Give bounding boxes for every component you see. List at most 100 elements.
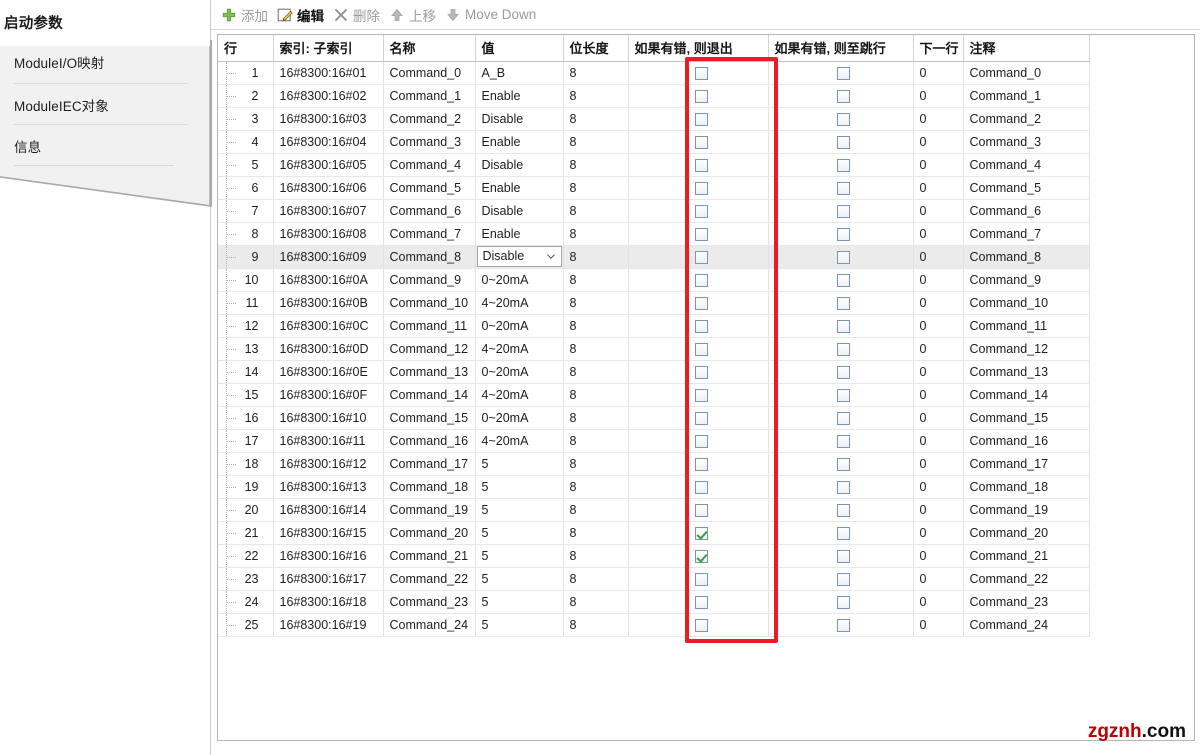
checkbox-unchecked-icon[interactable] [837, 343, 850, 356]
cell-index[interactable]: 16#8300:16#10 [273, 406, 383, 429]
checkbox-unchecked-icon[interactable] [837, 550, 850, 563]
cell-value[interactable]: 4~20mA [475, 291, 563, 314]
checkbox-unchecked-icon[interactable] [837, 573, 850, 586]
cell-comment[interactable]: Command_5 [963, 176, 1089, 199]
cell-index[interactable]: 16#8300:16#0B [273, 291, 383, 314]
checkbox-unchecked-icon[interactable] [837, 113, 850, 126]
cell-abort-on-error-checkbox[interactable] [628, 452, 768, 475]
cell-row-number[interactable]: 5 [218, 153, 273, 176]
cell-index[interactable]: 16#8300:16#0C [273, 314, 383, 337]
cell-comment[interactable]: Command_23 [963, 590, 1089, 613]
checkbox-unchecked-icon[interactable] [695, 297, 708, 310]
column-header-abort_on_error[interactable]: 如果有错, 则退出 [628, 35, 768, 61]
cell-index[interactable]: 16#8300:16#15 [273, 521, 383, 544]
move-up-button[interactable]: 上移 [387, 3, 443, 27]
cell-name[interactable]: Command_24 [383, 613, 475, 636]
cell-jump-on-error-checkbox[interactable] [768, 107, 913, 130]
cell-row-number[interactable]: 11 [218, 291, 273, 314]
checkbox-unchecked-icon[interactable] [695, 113, 708, 126]
cell-value[interactable]: Enable [475, 176, 563, 199]
checkbox-unchecked-icon[interactable] [837, 182, 850, 195]
cell-comment[interactable]: Command_4 [963, 153, 1089, 176]
column-header-bitlength[interactable]: 位长度 [563, 35, 628, 61]
cell-abort-on-error-checkbox[interactable] [628, 544, 768, 567]
cell-name[interactable]: Command_7 [383, 222, 475, 245]
cell-next-line[interactable]: 0 [913, 84, 963, 107]
cell-abort-on-error-checkbox[interactable] [628, 153, 768, 176]
cell-value[interactable]: A_B [475, 61, 563, 84]
table-row[interactable]: 416#8300:16#04Command_3Enable80Command_3 [218, 130, 1089, 153]
cell-comment[interactable]: Command_15 [963, 406, 1089, 429]
cell-abort-on-error-checkbox[interactable] [628, 475, 768, 498]
cell-row-number[interactable]: 20 [218, 498, 273, 521]
cell-next-line[interactable]: 0 [913, 613, 963, 636]
cell-jump-on-error-checkbox[interactable] [768, 475, 913, 498]
cell-value[interactable]: 0~20mA [475, 314, 563, 337]
cell-row-number[interactable]: 16 [218, 406, 273, 429]
cell-name[interactable]: Command_2 [383, 107, 475, 130]
checkbox-unchecked-icon[interactable] [695, 136, 708, 149]
cell-comment[interactable]: Command_13 [963, 360, 1089, 383]
cell-row-number[interactable]: 22 [218, 544, 273, 567]
cell-comment[interactable]: Command_19 [963, 498, 1089, 521]
cell-name[interactable]: Command_8 [383, 245, 475, 268]
table-row[interactable]: 516#8300:16#05Command_4Disable80Command_… [218, 153, 1089, 176]
cell-row-number[interactable]: 3 [218, 107, 273, 130]
sidebar-tab-information[interactable]: 信息 [7, 125, 205, 166]
cell-bitlength[interactable]: 8 [563, 107, 628, 130]
cell-bitlength[interactable]: 8 [563, 61, 628, 84]
cell-comment[interactable]: Command_0 [963, 61, 1089, 84]
cell-value[interactable]: 5 [475, 452, 563, 475]
table-row[interactable]: 116#8300:16#01Command_0A_B80Command_0 [218, 61, 1089, 84]
cell-jump-on-error-checkbox[interactable] [768, 521, 913, 544]
cell-value[interactable]: 4~20mA [475, 383, 563, 406]
cell-jump-on-error-checkbox[interactable] [768, 222, 913, 245]
cell-comment[interactable]: Command_18 [963, 475, 1089, 498]
checkbox-unchecked-icon[interactable] [695, 228, 708, 241]
cell-name[interactable]: Command_19 [383, 498, 475, 521]
cell-value-dropdown[interactable]: Disable [475, 245, 563, 268]
checkbox-unchecked-icon[interactable] [695, 481, 708, 494]
cell-next-line[interactable]: 0 [913, 314, 963, 337]
cell-comment[interactable]: Command_22 [963, 567, 1089, 590]
cell-abort-on-error-checkbox[interactable] [628, 314, 768, 337]
cell-bitlength[interactable]: 8 [563, 314, 628, 337]
cell-next-line[interactable]: 0 [913, 291, 963, 314]
cell-bitlength[interactable]: 8 [563, 613, 628, 636]
column-header-next_line[interactable]: 下一行 [913, 35, 963, 61]
checkbox-unchecked-icon[interactable] [837, 136, 850, 149]
cell-row-number[interactable]: 18 [218, 452, 273, 475]
cell-next-line[interactable]: 0 [913, 245, 963, 268]
cell-bitlength[interactable]: 8 [563, 153, 628, 176]
cell-comment[interactable]: Command_11 [963, 314, 1089, 337]
checkbox-unchecked-icon[interactable] [837, 527, 850, 540]
checkbox-unchecked-icon[interactable] [837, 458, 850, 471]
table-row[interactable]: 1316#8300:16#0DCommand_124~20mA80Command… [218, 337, 1089, 360]
checkbox-unchecked-icon[interactable] [695, 435, 708, 448]
cell-row-number[interactable]: 9 [218, 245, 273, 268]
cell-row-number[interactable]: 2 [218, 84, 273, 107]
checkbox-unchecked-icon[interactable] [695, 412, 708, 425]
table-row[interactable]: 1816#8300:16#12Command_17580Command_17 [218, 452, 1089, 475]
cell-jump-on-error-checkbox[interactable] [768, 176, 913, 199]
checkbox-unchecked-icon[interactable] [695, 366, 708, 379]
cell-comment[interactable]: Command_16 [963, 429, 1089, 452]
cell-next-line[interactable]: 0 [913, 521, 963, 544]
checkbox-unchecked-icon[interactable] [695, 67, 708, 80]
cell-row-number[interactable]: 4 [218, 130, 273, 153]
cell-index[interactable]: 16#8300:16#04 [273, 130, 383, 153]
cell-index[interactable]: 16#8300:16#08 [273, 222, 383, 245]
cell-jump-on-error-checkbox[interactable] [768, 544, 913, 567]
cell-index[interactable]: 16#8300:16#18 [273, 590, 383, 613]
cell-index[interactable]: 16#8300:16#09 [273, 245, 383, 268]
table-row[interactable]: 1416#8300:16#0ECommand_130~20mA80Command… [218, 360, 1089, 383]
cell-next-line[interactable]: 0 [913, 268, 963, 291]
checkbox-unchecked-icon[interactable] [695, 182, 708, 195]
table-row[interactable]: 2116#8300:16#15Command_20580Command_20 [218, 521, 1089, 544]
column-header-comment[interactable]: 注释 [963, 35, 1089, 61]
cell-jump-on-error-checkbox[interactable] [768, 429, 913, 452]
cell-comment[interactable]: Command_8 [963, 245, 1089, 268]
cell-name[interactable]: Command_12 [383, 337, 475, 360]
cell-row-number[interactable]: 21 [218, 521, 273, 544]
checkbox-unchecked-icon[interactable] [837, 504, 850, 517]
